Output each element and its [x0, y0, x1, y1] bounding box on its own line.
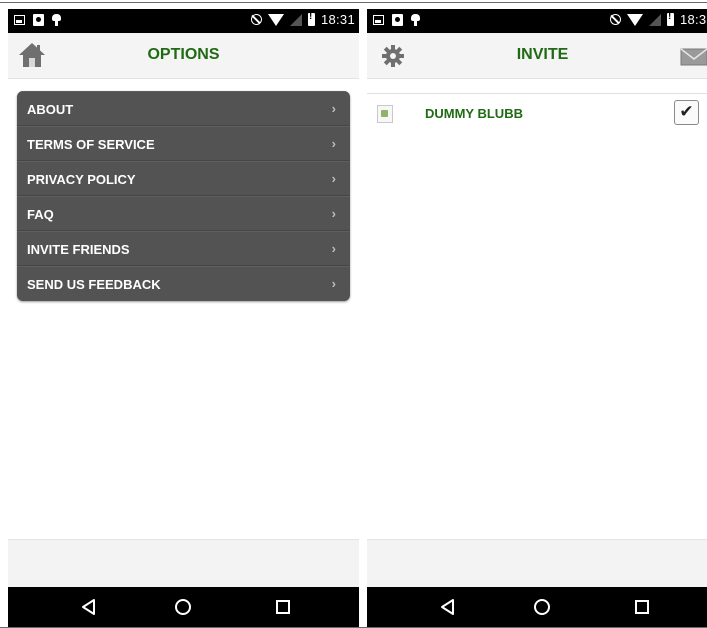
bottom-panel: [367, 539, 707, 588]
option-invite-friends[interactable]: INVITE FRIENDS ›: [17, 231, 350, 266]
battery-icon: [307, 11, 315, 26]
back-icon[interactable]: [79, 597, 99, 617]
back-icon[interactable]: [438, 597, 458, 617]
option-about[interactable]: ABOUT ›: [17, 91, 350, 126]
chevron-right-icon: ›: [331, 241, 336, 256]
home-circle-icon[interactable]: [173, 597, 193, 617]
recent-apps-icon[interactable]: [632, 597, 652, 617]
top-border-line: [0, 2, 707, 3]
contact-name: DUMMY BLUBB: [425, 106, 523, 121]
invite-screen: 18:32 INVITE: [367, 9, 707, 627]
status-time: 18:31: [320, 12, 355, 27]
option-faq[interactable]: FAQ ›: [17, 196, 350, 231]
navigation-bar: [8, 587, 359, 627]
chevron-right-icon: ›: [331, 171, 336, 186]
option-label: INVITE FRIENDS: [27, 242, 130, 257]
option-privacy-policy[interactable]: PRIVACY POLICY ›: [17, 161, 350, 196]
page-title: OPTIONS: [147, 46, 220, 63]
chevron-right-icon: ›: [331, 101, 336, 116]
options-list: ABOUT › TERMS OF SERVICE › PRIVACY POLIC…: [17, 91, 350, 301]
pin-notification-icon: [52, 14, 61, 26]
option-send-us-feedback[interactable]: SEND US FEEDBACK ›: [17, 266, 350, 301]
action-bar: INVITE: [367, 33, 707, 79]
option-label: SEND US FEEDBACK: [27, 277, 161, 292]
pin-notification-icon: [411, 14, 420, 26]
gallery-notification-icon: [373, 15, 384, 25]
do-not-disturb-icon: [609, 14, 621, 25]
shopping-notification-icon: [392, 14, 403, 26]
bottom-panel: [8, 539, 359, 588]
invite-checkbox[interactable]: ✔: [674, 100, 699, 125]
recent-apps-icon[interactable]: [273, 597, 293, 617]
option-label: TERMS OF SERVICE: [27, 137, 155, 152]
status-time: 18:32: [679, 12, 707, 27]
signal-icon: [289, 13, 302, 26]
option-label: ABOUT: [27, 102, 74, 117]
do-not-disturb-icon: [250, 14, 262, 25]
page-title: INVITE: [516, 46, 569, 63]
wifi-icon: [626, 13, 643, 26]
shopping-notification-icon: [33, 14, 44, 26]
chevron-right-icon: ›: [331, 276, 336, 291]
envelope-icon[interactable]: [680, 47, 707, 72]
option-terms-of-service[interactable]: TERMS OF SERVICE ›: [17, 126, 350, 161]
chevron-right-icon: ›: [331, 136, 336, 151]
status-bar: 18:32: [367, 9, 707, 33]
navigation-bar: [367, 587, 707, 627]
action-bar: OPTIONS: [8, 33, 359, 79]
contact-row[interactable]: DUMMY BLUBB ✔: [367, 93, 707, 134]
options-screen: 18:31 OPTIONS ABOUT › TERMS OF SERVICE ›…: [8, 9, 359, 627]
status-bar: 18:31: [8, 9, 359, 33]
battery-icon: [666, 11, 674, 26]
home-circle-icon[interactable]: [532, 597, 552, 617]
chevron-right-icon: ›: [331, 206, 336, 221]
gallery-notification-icon: [14, 15, 25, 25]
option-label: FAQ: [27, 207, 54, 222]
wifi-icon: [267, 13, 284, 26]
option-label: PRIVACY POLICY: [27, 172, 136, 187]
signal-icon: [648, 13, 661, 26]
contact-avatar-image-icon: [377, 105, 393, 123]
